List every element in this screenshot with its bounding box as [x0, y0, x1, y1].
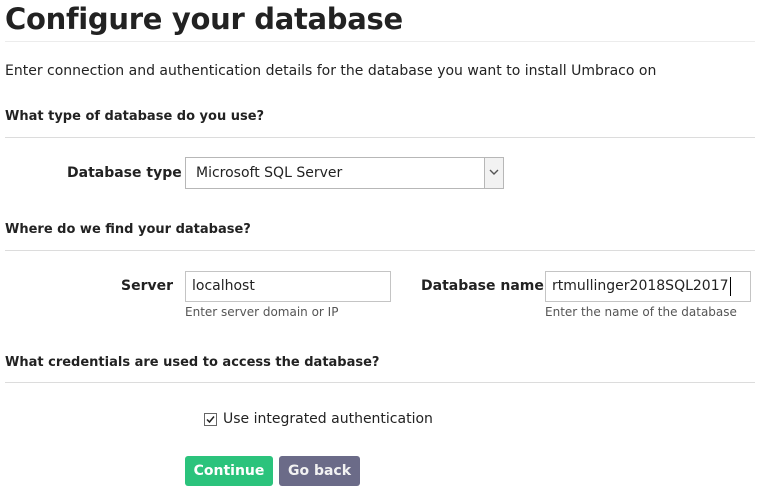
database-name-input-value: rtmullinger2018SQL2017: [552, 278, 729, 294]
section-heading-location: Where do we find your database?: [5, 222, 251, 237]
server-input[interactable]: localhost: [185, 271, 391, 302]
continue-button[interactable]: Continue: [185, 456, 273, 486]
chevron-down-icon: [489, 169, 499, 175]
page-title: Configure your database: [5, 2, 403, 36]
section-heading-database-type: What type of database do you use?: [5, 109, 265, 124]
database-name-hint: Enter the name of the database: [545, 305, 737, 319]
title-divider: [5, 41, 755, 42]
checkmark-icon: [206, 416, 215, 424]
server-label: Server: [121, 278, 174, 294]
database-type-label: Database type: [67, 165, 182, 181]
database-type-select[interactable]: Microsoft SQL Server: [185, 157, 504, 189]
database-name-label: Database name: [421, 278, 544, 294]
integrated-auth-label[interactable]: Use integrated authentication: [223, 411, 433, 427]
database-type-selected: Microsoft SQL Server: [196, 165, 343, 181]
section-heading-credentials: What credentials are used to access the …: [5, 355, 380, 370]
database-name-input[interactable]: rtmullinger2018SQL2017: [545, 271, 751, 302]
text-caret: [730, 277, 731, 296]
section-divider: [5, 382, 755, 383]
section-divider: [5, 250, 755, 251]
section-divider: [5, 137, 755, 138]
integrated-auth-checkbox[interactable]: [204, 413, 217, 426]
intro-text: Enter connection and authentication deta…: [5, 63, 657, 79]
dropdown-arrow[interactable]: [484, 158, 503, 188]
server-hint: Enter server domain or IP: [185, 305, 339, 319]
go-back-button[interactable]: Go back: [279, 456, 360, 486]
server-input-value: localhost: [192, 278, 255, 294]
